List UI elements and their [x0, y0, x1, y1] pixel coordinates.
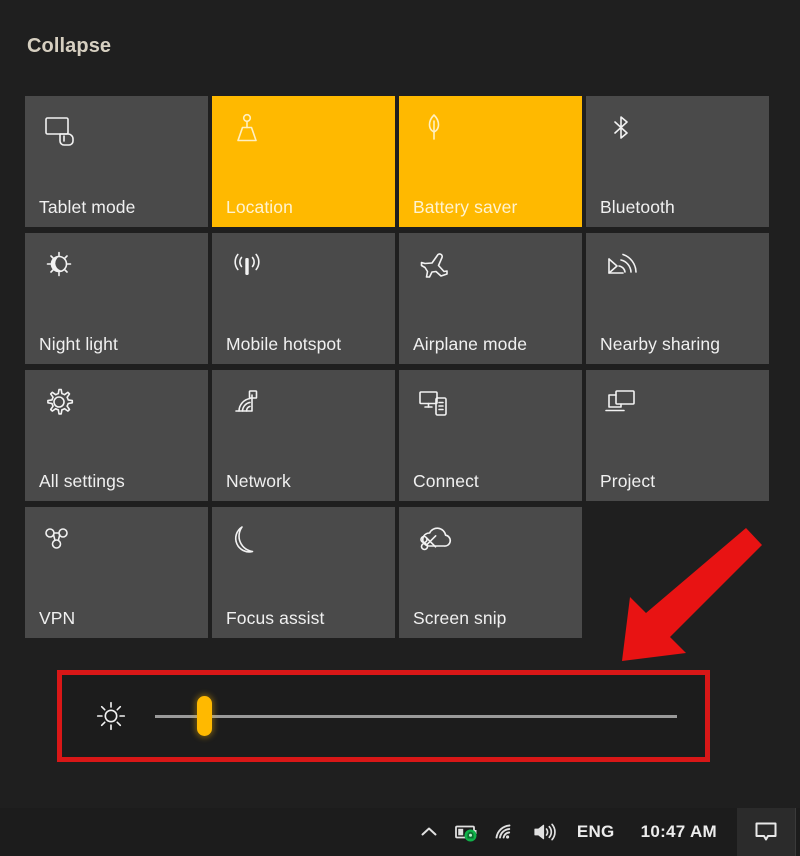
action-center-panel: Collapse Tablet mode Location Battery sa…: [0, 0, 800, 808]
quick-action-tile-airplane-mode[interactable]: Airplane mode: [399, 233, 582, 364]
airplane-mode-icon: [414, 246, 454, 286]
mobile-hotspot-icon: [227, 246, 267, 286]
quick-action-tile-label: Network: [226, 471, 291, 491]
action-center-icon[interactable]: [737, 808, 795, 856]
quick-action-tile-tablet-mode[interactable]: Tablet mode: [25, 96, 208, 227]
quick-action-tile-label: Project: [600, 471, 656, 491]
quick-action-tile-night-light[interactable]: Night light: [25, 233, 208, 364]
quick-action-tile-label: Bluetooth: [600, 197, 675, 217]
quick-action-tile-bluetooth[interactable]: Bluetooth: [586, 96, 769, 227]
system-tray: ENG 10:47 AM: [411, 808, 800, 856]
quick-action-tile-mobile-hotspot[interactable]: Mobile hotspot: [212, 233, 395, 364]
show-hidden-icons-chevron[interactable]: [411, 808, 447, 856]
gear-icon: [40, 383, 80, 423]
quick-action-tile-label: All settings: [39, 471, 125, 491]
brightness-icon: [92, 697, 130, 735]
quick-action-tile-grid: Tablet mode Location Battery saver Bluet…: [25, 96, 769, 638]
quick-action-tile-label: Mobile hotspot: [226, 334, 342, 354]
quick-action-tile-network[interactable]: Network: [212, 370, 395, 501]
quick-action-tile-label: Battery saver: [413, 197, 518, 217]
quick-action-tile-location[interactable]: Location: [212, 96, 395, 227]
speaker-icon[interactable]: [525, 808, 565, 856]
quick-action-tile-label: Airplane mode: [413, 334, 528, 354]
brightness-slider[interactable]: [155, 696, 677, 736]
quick-action-tile-label: Connect: [413, 471, 479, 491]
quick-action-tile-screen-snip[interactable]: Screen snip: [399, 507, 582, 638]
battery-saver-icon: [414, 109, 454, 149]
collapse-button-label: Collapse: [27, 34, 112, 57]
quick-action-tile-battery-saver[interactable]: Battery saver: [399, 96, 582, 227]
brightness-slider-track[interactable]: [155, 714, 677, 718]
battery-shield-icon[interactable]: [447, 808, 487, 856]
connect-icon: [414, 383, 454, 423]
brightness-control-row: [62, 675, 705, 757]
quick-action-tile-nearby-sharing[interactable]: Nearby sharing: [586, 233, 769, 364]
brightness-slider-highlight: [57, 670, 710, 762]
quick-action-tile-all-settings[interactable]: All settings: [25, 370, 208, 501]
quick-action-tile-vpn[interactable]: VPN: [25, 507, 208, 638]
quick-action-tile-label: Location: [226, 197, 293, 217]
nearby-sharing-icon: [601, 246, 641, 286]
wifi-icon[interactable]: [487, 808, 525, 856]
quick-action-tile-label: Focus assist: [226, 608, 325, 628]
quick-action-tile-label: Nearby sharing: [600, 334, 721, 354]
project-icon: [601, 383, 641, 423]
quick-action-tile-label: VPN: [39, 608, 76, 628]
network-icon: [227, 383, 267, 423]
quick-action-tile-connect[interactable]: Connect: [399, 370, 582, 501]
vpn-icon: [40, 520, 80, 560]
language-indicator[interactable]: ENG: [565, 808, 627, 856]
quick-action-tile-label: Screen snip: [413, 608, 507, 628]
location-icon: [227, 109, 267, 149]
moon-icon: [227, 520, 267, 560]
quick-action-tile-project[interactable]: Project: [586, 370, 769, 501]
night-light-icon: [40, 246, 80, 286]
taskbar: ENG 10:47 AM: [0, 808, 800, 856]
show-desktop-button[interactable]: [795, 808, 800, 856]
quick-action-tile-label: Tablet mode: [39, 197, 136, 217]
brightness-slider-thumb[interactable]: [196, 696, 212, 736]
clock[interactable]: 10:47 AM: [627, 808, 727, 856]
quick-action-tile-focus-assist[interactable]: Focus assist: [212, 507, 395, 638]
collapse-button[interactable]: Collapse: [27, 31, 111, 61]
quick-action-tile-label: Night light: [39, 334, 118, 354]
tablet-mode-icon: [40, 109, 80, 149]
bluetooth-icon: [601, 109, 641, 149]
screen-snip-icon: [414, 520, 454, 560]
